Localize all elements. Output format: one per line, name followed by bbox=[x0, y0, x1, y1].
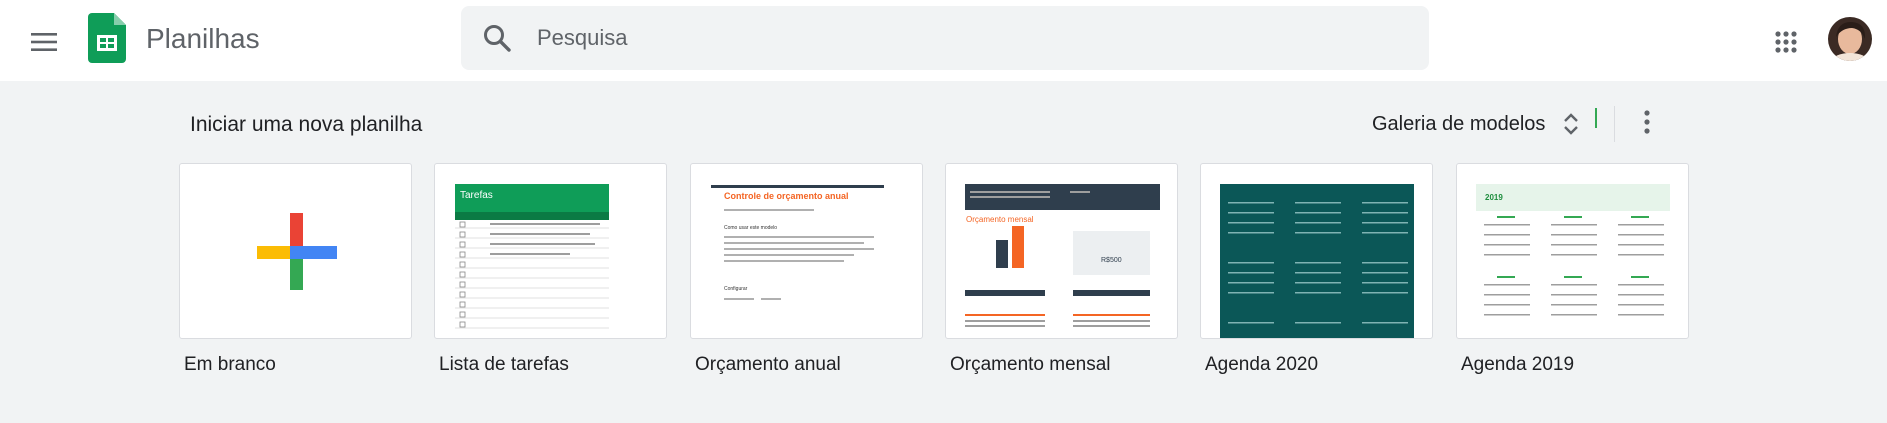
task-list-preview-title: Tarefas bbox=[460, 190, 493, 201]
toolbar-divider bbox=[1614, 106, 1615, 142]
template-calendar-2020[interactable]: Agenda 2020 bbox=[1200, 163, 1433, 377]
main-menu-button[interactable] bbox=[20, 18, 68, 66]
template-thumbnail[interactable]: Controle de orçamento anual Como usar es… bbox=[690, 163, 923, 339]
focus-indicator bbox=[1595, 108, 1597, 128]
template-annual-budget[interactable]: Controle de orçamento anual Como usar es… bbox=[690, 163, 923, 377]
template-thumbnail[interactable]: Tarefas bbox=[434, 163, 667, 339]
template-thumbnail[interactable] bbox=[179, 163, 412, 339]
template-blank[interactable]: Em branco bbox=[179, 163, 412, 377]
sheets-logo-icon[interactable] bbox=[88, 13, 126, 63]
unfold-more-icon bbox=[1564, 113, 1579, 135]
template-label: Orçamento mensal bbox=[950, 354, 1111, 375]
calendar-2019-preview bbox=[1476, 184, 1670, 316]
monthly-budget-preview bbox=[965, 184, 1160, 327]
search-bar[interactable] bbox=[461, 6, 1429, 70]
annual-budget-preview-section: Configurar bbox=[724, 286, 748, 292]
template-label: Orçamento anual bbox=[695, 354, 841, 375]
top-bar: Planilhas bbox=[0, 0, 1887, 81]
template-label: Agenda 2020 bbox=[1205, 354, 1319, 375]
template-gallery-label: Galeria de modelos bbox=[1372, 112, 1546, 135]
section-title: Iniciar uma nova planilha bbox=[190, 113, 423, 136]
more-vert-icon bbox=[1644, 110, 1650, 134]
search-icon[interactable] bbox=[481, 22, 513, 54]
template-label: Lista de tarefas bbox=[439, 354, 569, 375]
monthly-budget-preview-value: R$500 bbox=[1101, 257, 1122, 264]
template-thumbnail[interactable]: Orçamento mensal R$500 bbox=[945, 163, 1178, 339]
plus-icon bbox=[257, 213, 337, 290]
template-thumbnail[interactable]: 2019 bbox=[1456, 163, 1689, 339]
template-label: Em branco bbox=[184, 354, 276, 375]
calendar-2019-preview-year: 2019 bbox=[1485, 193, 1503, 202]
google-apps-button[interactable] bbox=[1762, 18, 1810, 66]
app-title[interactable]: Planilhas bbox=[146, 21, 260, 57]
search-input[interactable] bbox=[537, 20, 1397, 56]
avatar-image bbox=[1828, 17, 1872, 61]
calendar-2020-preview bbox=[1220, 184, 1414, 338]
template-calendar-2019[interactable]: 2019 Agenda 2019 bbox=[1456, 163, 1689, 377]
template-label: Agenda 2019 bbox=[1461, 354, 1575, 375]
account-avatar[interactable] bbox=[1828, 17, 1872, 61]
google-apps-grid-icon bbox=[1775, 31, 1797, 53]
annual-budget-preview-subtitle: Como usar este modelo bbox=[724, 225, 778, 231]
monthly-budget-preview-title: Orçamento mensal bbox=[966, 215, 1034, 224]
template-monthly-budget[interactable]: Orçamento mensal R$500 Orçamento mensal bbox=[945, 163, 1178, 377]
template-thumbnail[interactable] bbox=[1200, 163, 1433, 339]
template-task-list[interactable]: Tarefas Lista de tarefas bbox=[434, 163, 667, 377]
annual-budget-preview-title: Controle de orçamento anual bbox=[724, 191, 849, 201]
hamburger-menu-icon bbox=[31, 33, 57, 51]
more-options-button[interactable] bbox=[1627, 102, 1667, 142]
template-gallery-button[interactable]: Galeria de modelos bbox=[1372, 104, 1581, 144]
